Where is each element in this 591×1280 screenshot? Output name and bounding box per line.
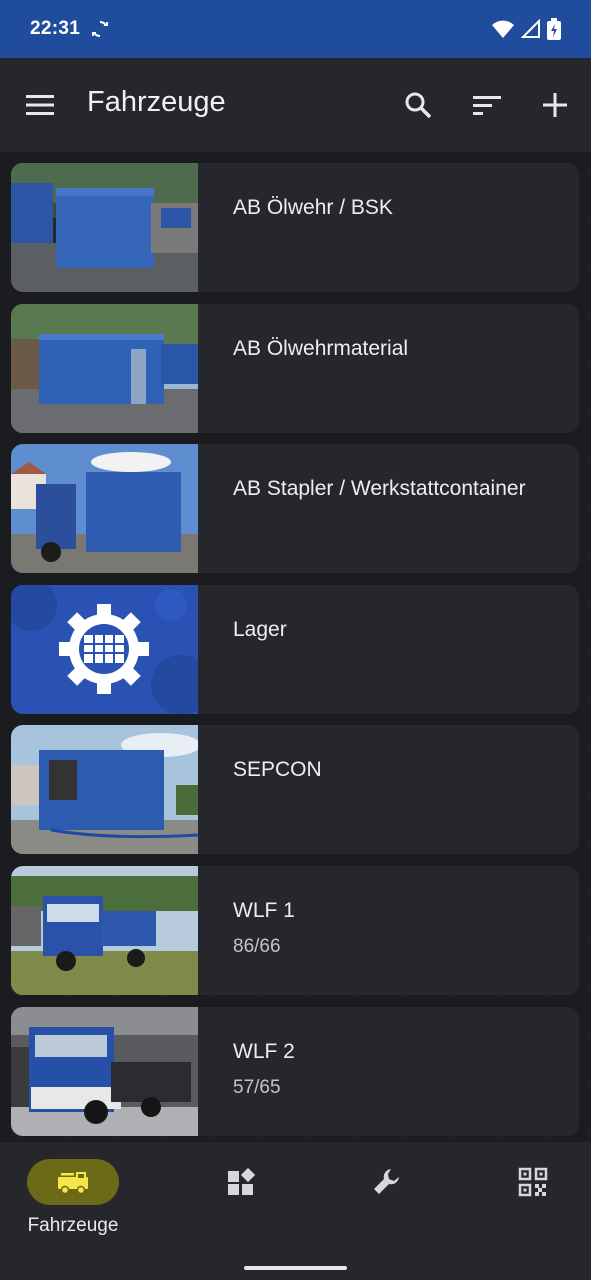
menu-icon[interactable]: [24, 91, 56, 119]
bottom-navigation: Fahrzeuge: [0, 1142, 591, 1280]
vehicle-subtitle: 86/66: [233, 936, 281, 957]
nav-item-fahrzeuge[interactable]: Fahrzeuge: [10, 1159, 120, 1249]
widgets-icon: [228, 1167, 256, 1195]
vehicle-photo: [11, 725, 198, 854]
vehicle-name: AB Ölwehrmaterial: [233, 337, 409, 360]
vehicle-card[interactable]: AB Stapler / Werkstattcontainer: [11, 444, 579, 573]
search-icon: [405, 92, 432, 119]
vehicle-card[interactable]: WLF 2 57/65: [11, 1007, 579, 1136]
battery-charging-icon: [547, 18, 561, 40]
vehicle-card[interactable]: AB Ölwehrmaterial: [11, 304, 579, 433]
vehicle-name: Lager: [233, 618, 287, 641]
sort-button[interactable]: [470, 88, 504, 122]
add-button[interactable]: [538, 88, 572, 122]
nav-item-maintenance[interactable]: [324, 1159, 434, 1249]
vehicle-photo: [11, 304, 198, 433]
gear-crate-icon: [11, 585, 198, 714]
signal-icon: [521, 19, 540, 38]
status-bar: 22:31: [0, 0, 591, 58]
nav-item-qr-scan[interactable]: [470, 1159, 580, 1249]
vehicle-card[interactable]: Lager: [11, 585, 579, 714]
vehicle-card[interactable]: AB Ölwehr / BSK: [11, 163, 579, 292]
fire-truck-icon: [58, 1172, 88, 1195]
vehicle-card[interactable]: SEPCON: [11, 725, 579, 854]
nav-item-widgets[interactable]: [178, 1159, 288, 1249]
sort-icon: [473, 96, 501, 115]
nav-label: Fahrzeuge: [27, 1215, 119, 1236]
vehicle-card[interactable]: WLF 1 86/66: [11, 866, 579, 995]
vehicle-photo: [11, 163, 198, 292]
vehicle-photo: [11, 1007, 198, 1136]
vehicle-name: AB Ölwehr / BSK: [233, 196, 393, 219]
vehicle-list[interactable]: AB Ölwehr / BSK AB Ölwehrmaterial AB Sta: [0, 152, 591, 1142]
vehicle-name: AB Stapler / Werkstattcontainer: [233, 477, 526, 500]
status-time: 22:31: [30, 18, 81, 39]
search-button[interactable]: [401, 88, 435, 122]
vehicle-photo: [11, 866, 198, 995]
vehicle-subtitle: 57/65: [233, 1077, 281, 1098]
add-icon: [543, 93, 567, 117]
vehicle-name: WLF 2: [233, 1040, 295, 1063]
wifi-icon: [492, 20, 514, 38]
app-bar: Fahrzeuge: [0, 58, 591, 152]
qr-code-icon: [518, 1167, 548, 1197]
sync-icon: [92, 21, 109, 37]
gesture-home-bar[interactable]: [244, 1266, 347, 1270]
wrench-icon: [374, 1169, 399, 1194]
vehicle-photo: [11, 444, 198, 573]
nav-active-indicator: [27, 1159, 119, 1205]
vehicle-name: SEPCON: [233, 758, 322, 781]
vehicle-name: WLF 1: [233, 899, 295, 922]
page-title: Fahrzeuge: [87, 86, 226, 118]
